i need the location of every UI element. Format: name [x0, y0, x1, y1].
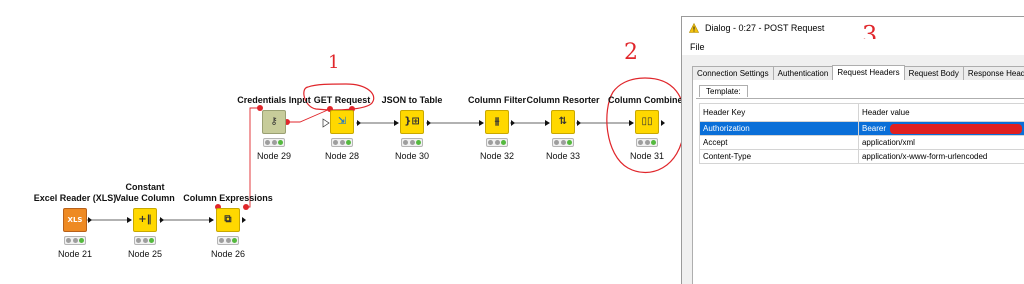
node-status-lights — [486, 138, 508, 147]
node-status-lights — [331, 138, 353, 147]
warning-icon — [689, 23, 699, 33]
get-request-icon: ⇲ — [330, 110, 354, 134]
column-header-key[interactable]: Header Key — [699, 103, 859, 122]
template-subtab[interactable]: Template: — [699, 85, 748, 97]
table-row[interactable]: Authorization Bearer — [699, 121, 1024, 136]
node-status-lights — [134, 236, 156, 245]
column-resorter-icon: ⇅ — [551, 110, 575, 134]
tab-request-body[interactable]: Request Body — [903, 66, 964, 80]
header-value-cell[interactable]: application/x-www-form-urlencoded — [857, 149, 1024, 164]
header-key-cell[interactable]: Authorization — [699, 121, 859, 136]
node-label: Node 33 — [545, 151, 581, 161]
node-status-lights — [636, 138, 658, 147]
redaction-mark — [890, 123, 1022, 134]
header-key-cell[interactable]: Accept — [699, 135, 859, 150]
annotation-one: 1 — [328, 52, 340, 73]
node-status-lights — [263, 138, 285, 147]
excel-reader-icon: XLS — [63, 208, 87, 232]
tab-connection-settings[interactable]: Connection Settings — [692, 66, 774, 80]
annotation-two: 2 — [624, 40, 638, 65]
constant-column-icon: +‖ — [133, 208, 157, 232]
node-label: Node 25 — [127, 249, 163, 259]
column-combiner-icon: ▯▯ — [635, 110, 659, 134]
workflow-canvas[interactable]: Excel Reader (XLS) XLS Node 21 Constant … — [0, 0, 686, 284]
table-row[interactable]: Accept application/xml — [699, 135, 1024, 150]
dialog-titlebar[interactable]: Dialog - 0:27 - POST Request — [682, 17, 1024, 39]
dialog-title: Dialog - 0:27 - POST Request — [705, 23, 825, 33]
node-status-lights — [64, 236, 86, 245]
node-label: Node 30 — [394, 151, 430, 161]
node-label: Node 31 — [629, 151, 665, 161]
header-value-text: Bearer — [861, 123, 886, 133]
credentials-icon: ⚷ — [262, 110, 286, 134]
post-request-dialog[interactable]: Dialog - 0:27 - POST Request 3 File Conn… — [681, 16, 1024, 284]
node-label: Node 26 — [210, 249, 246, 259]
dialog-menubar: File — [682, 39, 1024, 55]
dialog-tabbar: Connection Settings Authentication Reque… — [692, 65, 1024, 80]
column-header-value[interactable]: Header value — [857, 103, 1024, 122]
header-key-cell[interactable]: Content-Type — [699, 149, 859, 164]
node-status-lights — [552, 138, 574, 147]
tab-authentication[interactable]: Authentication — [772, 66, 834, 80]
header-value-cell[interactable]: Bearer — [857, 121, 1024, 136]
header-value-cell[interactable]: application/xml — [857, 135, 1024, 150]
menu-file[interactable]: File — [690, 42, 705, 52]
column-expressions-icon: ⧉ — [216, 208, 240, 232]
tab-request-headers[interactable]: Request Headers — [832, 65, 905, 80]
node-status-lights — [217, 236, 239, 245]
tab-response-headers[interactable]: Response Headers — [962, 66, 1024, 80]
json-table-icon: }⊞ — [400, 110, 424, 134]
node-status-lights — [401, 138, 423, 147]
headers-table[interactable]: Header Key Header value Authorization Be… — [699, 103, 1024, 164]
node-title: Column Expressions — [183, 193, 273, 203]
table-row[interactable]: Content-Type application/x-www-form-urle… — [699, 149, 1024, 164]
node-title-line1: Constant — [125, 182, 165, 192]
request-headers-panel: Template: Header Key Header value Author… — [692, 80, 1024, 284]
column-filter-icon: ⫵ — [485, 110, 509, 134]
